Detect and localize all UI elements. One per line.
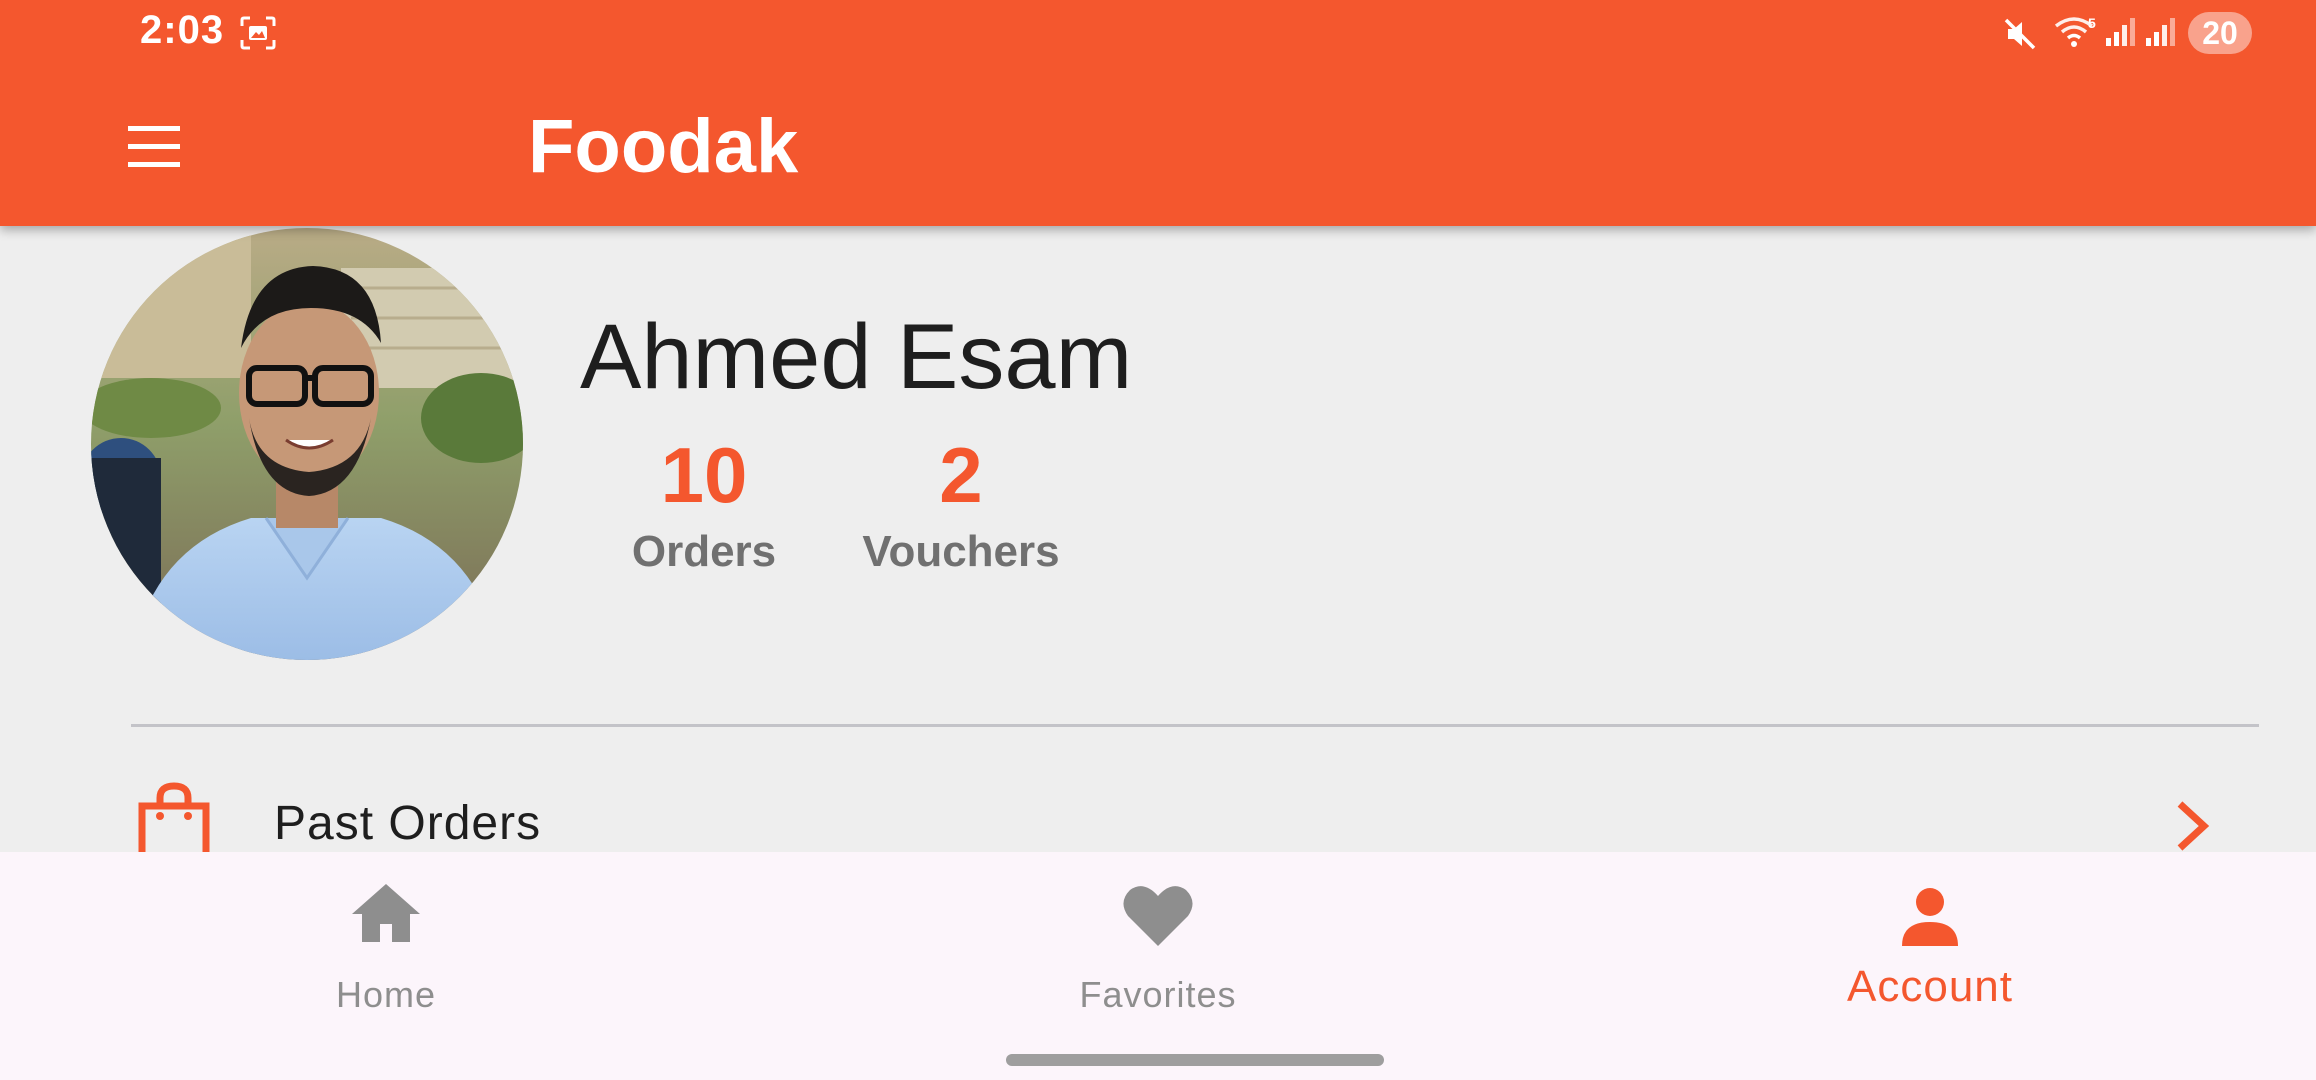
screenshot-icon (240, 16, 276, 50)
avatar (91, 228, 523, 660)
wifi-icon: 5 (2054, 15, 2096, 47)
orders-count: 10 (660, 431, 748, 519)
nav-account-label: Account (1847, 962, 2013, 1011)
app-title: Foodak (528, 104, 799, 189)
hamburger-menu-icon[interactable] (118, 120, 190, 174)
signal-icon-secondary (2146, 18, 2175, 46)
home-indicator[interactable] (1006, 1054, 1384, 1066)
battery-indicator: 20 (2188, 12, 2252, 54)
past-orders-label: Past Orders (274, 797, 542, 850)
nav-home[interactable]: Home (186, 852, 586, 1052)
signal-icon (2106, 18, 2135, 46)
orders-stat[interactable]: 10 Orders (584, 430, 824, 580)
nav-home-label: Home (335, 974, 437, 1015)
status-time: 2:03 (140, 8, 225, 52)
svg-text:5: 5 (2088, 15, 2096, 31)
vouchers-label: Vouchers (862, 527, 1060, 576)
nav-favorites[interactable]: Favorites (958, 852, 1358, 1052)
app-bar: 2:03 5 20 Foodak (0, 0, 2316, 226)
bottom-navigation: Home Favorites Account (0, 852, 2316, 1080)
nav-favorites-label: Favorites (1079, 974, 1237, 1015)
vouchers-stat[interactable]: 2 Vouchers (841, 430, 1081, 580)
orders-label: Orders (631, 527, 777, 576)
heart-icon (1123, 886, 1193, 946)
profile-photo (91, 228, 523, 660)
vouchers-count: 2 (939, 431, 983, 519)
home-icon (352, 884, 420, 942)
nav-account[interactable]: Account (1730, 852, 2130, 1052)
chevron-right-icon (2177, 801, 2210, 851)
person-icon (1902, 888, 1958, 946)
profile-name: Ahmed Esam (580, 306, 1133, 408)
divider (131, 724, 2259, 727)
mute-icon (2004, 18, 2036, 50)
